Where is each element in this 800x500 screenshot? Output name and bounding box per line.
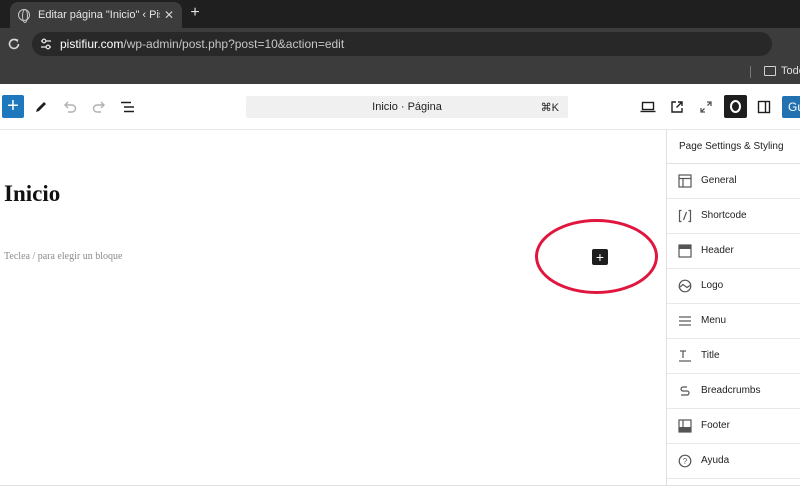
annotation-circle	[535, 219, 658, 294]
folder-icon[interactable]	[764, 66, 776, 76]
editor-canvas[interactable]: Inicio Teclea / para elegir un bloque +	[0, 130, 666, 485]
header-icon	[678, 244, 692, 258]
editor-footer-bar	[0, 485, 800, 500]
expand-icon	[700, 101, 712, 113]
edit-tool-button[interactable]	[30, 96, 52, 118]
sidebar-item-label: Footer	[701, 420, 730, 431]
editor-toolbar: + Inicio · Página ⌘K G	[0, 84, 800, 130]
sidebar-item-header[interactable]: Header	[667, 234, 800, 269]
sidebar-item-label: General	[701, 175, 737, 186]
document-title: Inicio · Página	[372, 101, 442, 113]
sidebar-item-shortcode[interactable]: Shortcode	[667, 199, 800, 234]
sidebar-item-logo[interactable]: Logo	[667, 269, 800, 304]
plugin-settings-button[interactable]	[724, 95, 747, 118]
sidebar-item-title[interactable]: Title	[667, 339, 800, 374]
list-view-icon	[121, 101, 134, 113]
url-text: pistifiur.com/wp-admin/post.php?post=10&…	[60, 37, 344, 51]
sidebar-item-label: Ayuda	[701, 455, 730, 466]
browser-tab-bar: Editar página "Inicio" ‹ Pistifiur ✕ +	[0, 0, 800, 28]
sidebar-item-label: Menu	[701, 315, 727, 326]
sidebar-item-ayuda[interactable]: ? Ayuda	[667, 444, 800, 479]
logo-icon	[678, 279, 692, 293]
pencil-icon	[36, 102, 46, 112]
sidebar-item-footer[interactable]: Footer	[667, 409, 800, 444]
address-bar: pistifiur.com/wp-admin/post.php?post=10&…	[0, 28, 800, 60]
sidebar-item-label: Logo	[701, 280, 724, 291]
bookmark-folder-label[interactable]: Todo	[781, 65, 800, 77]
view-page-button[interactable]	[666, 96, 688, 118]
redo-button[interactable]	[88, 96, 110, 118]
svg-text:?: ?	[683, 457, 688, 466]
sidebar-item-menu[interactable]: Menu	[667, 304, 800, 339]
sidebar-icon	[757, 100, 771, 114]
preview-device-button[interactable]	[637, 96, 659, 118]
desktop-icon	[640, 101, 656, 113]
bookmarks-bar: Todo	[0, 60, 800, 84]
save-button[interactable]: Gu	[782, 96, 800, 118]
undo-icon	[64, 101, 77, 113]
sidebar-item-breadcrumbs[interactable]: Breadcrumbs	[667, 374, 800, 409]
sidebar-item-general[interactable]: General	[667, 164, 800, 199]
tab-title: Editar página "Inicio" ‹ Pistifiur	[38, 9, 160, 21]
post-title[interactable]: Inicio	[4, 181, 60, 207]
bookmarks-divider	[750, 66, 751, 78]
page-settings-sidebar: Page Settings & Styling General Shortcod…	[666, 130, 800, 485]
url-path: /wp-admin/post.php?post=10&action=edit	[123, 37, 345, 51]
undo-button[interactable]	[59, 96, 81, 118]
globe-icon	[18, 9, 30, 23]
sidebar-item-label: Shortcode	[701, 210, 747, 221]
layout-icon	[678, 174, 692, 188]
settings-sidebar-toggle[interactable]	[753, 96, 775, 118]
redo-icon	[92, 101, 105, 113]
url-host: pistifiur.com	[60, 37, 124, 51]
browser-tab[interactable]: Editar página "Inicio" ‹ Pistifiur ✕	[10, 2, 182, 28]
sidebar-item-label: Breadcrumbs	[701, 385, 761, 396]
command-palette-bar[interactable]: Inicio · Página ⌘K	[246, 96, 568, 118]
footer-icon	[678, 419, 692, 433]
sidebar-title: Page Settings & Styling	[667, 130, 800, 164]
title-icon	[679, 350, 691, 362]
block-placeholder[interactable]: Teclea / para elegir un bloque	[4, 251, 122, 262]
new-tab-button[interactable]: +	[186, 4, 204, 22]
help-icon: ?	[678, 454, 692, 468]
site-settings-icon[interactable]	[39, 37, 53, 51]
fullscreen-button[interactable]	[695, 96, 717, 118]
shortcode-icon	[678, 209, 692, 223]
block-inserter-button[interactable]: +	[2, 95, 24, 118]
command-shortcut: ⌘K	[540, 102, 559, 114]
breadcrumbs-icon	[680, 386, 690, 396]
external-link-icon	[671, 101, 683, 113]
reload-icon[interactable]	[7, 37, 21, 51]
menu-icon	[679, 316, 691, 326]
document-overview-button[interactable]	[117, 96, 139, 118]
sidebar-item-label: Header	[701, 245, 734, 256]
url-field[interactable]: pistifiur.com/wp-admin/post.php?post=10&…	[32, 32, 772, 56]
sidebar-item-label: Title	[701, 350, 720, 361]
close-tab-icon[interactable]: ✕	[164, 8, 174, 22]
